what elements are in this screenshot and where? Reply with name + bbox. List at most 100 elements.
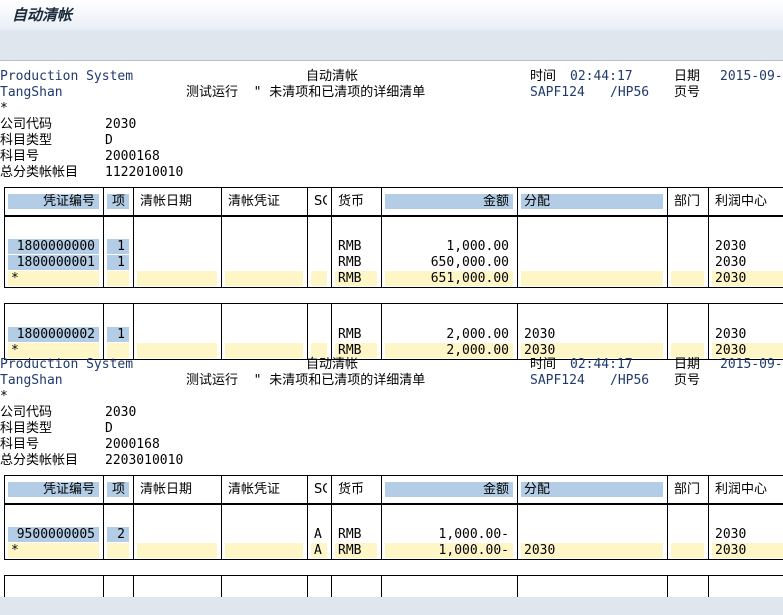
data-row-cell: RMB bbox=[338, 527, 362, 542]
column-header-assign[interactable]: 分配 bbox=[521, 482, 663, 497]
total-row-cell bbox=[311, 271, 327, 286]
total-row-cell bbox=[521, 271, 663, 286]
data-row-cell bbox=[137, 255, 217, 270]
column-divider bbox=[381, 215, 382, 287]
column-divider bbox=[381, 475, 382, 503]
data-row-cell[interactable]: 9500000005 bbox=[8, 527, 99, 542]
total-row-cell: RMB bbox=[335, 271, 377, 286]
data-row-cell: 1,000.00- bbox=[385, 527, 513, 542]
field-label: 科目号 bbox=[0, 437, 40, 452]
column-header-profit[interactable]: 利润中心 bbox=[712, 194, 783, 209]
column-divider bbox=[381, 187, 382, 215]
total-row-cell[interactable]: * bbox=[8, 271, 99, 286]
column-divider bbox=[103, 575, 104, 597]
column-header-clr_date[interactable]: 清帐日期 bbox=[137, 194, 217, 209]
data-row-cell bbox=[671, 327, 704, 342]
column-divider bbox=[133, 215, 134, 287]
total-row-cell bbox=[137, 271, 217, 286]
data-row-cell bbox=[521, 527, 663, 542]
column-header-dept[interactable]: 部门 bbox=[671, 194, 704, 209]
column-divider bbox=[708, 187, 709, 215]
group-left-border bbox=[4, 303, 5, 359]
total-row-cell bbox=[671, 271, 704, 286]
column-divider bbox=[331, 303, 332, 359]
report-title: 自动清帐 bbox=[306, 357, 359, 372]
total-row-cell[interactable]: * bbox=[8, 343, 99, 358]
data-row-cell: 2030 bbox=[715, 527, 747, 542]
group-left-border bbox=[4, 215, 5, 287]
data-row-cell bbox=[521, 255, 663, 270]
column-header-cur[interactable]: 货币 bbox=[335, 482, 377, 497]
column-header-sg[interactable]: SG bbox=[311, 194, 327, 209]
column-header-doc[interactable]: 凭证编号 bbox=[8, 194, 99, 209]
total-row-cell: 2,000.00 bbox=[385, 343, 513, 358]
field-value: 2030 bbox=[105, 117, 137, 132]
data-row-cell: A bbox=[314, 527, 322, 542]
data-row-cell: 1 bbox=[107, 239, 129, 254]
header-star: * bbox=[0, 389, 8, 404]
column-header-clr_doc[interactable]: 清帐凭证 bbox=[225, 194, 303, 209]
column-divider bbox=[221, 187, 222, 215]
column-header-clr_date[interactable]: 清帐日期 bbox=[137, 482, 217, 497]
total-row-cell[interactable]: * bbox=[8, 543, 99, 558]
data-row-cell bbox=[311, 239, 327, 254]
field-label: 科目类型 bbox=[0, 421, 53, 436]
column-header-sg[interactable]: SG bbox=[311, 482, 327, 497]
column-divider bbox=[667, 303, 668, 359]
date-value: 2015-09- bbox=[720, 357, 783, 372]
group-left-border bbox=[4, 575, 5, 597]
column-divider bbox=[103, 475, 104, 503]
column-header-profit[interactable]: 利润中心 bbox=[712, 482, 783, 497]
title-bar: 自动清帐 bbox=[0, 0, 783, 31]
program-suffix: /HP56 bbox=[610, 85, 650, 100]
column-divider bbox=[331, 503, 332, 559]
data-row-cell bbox=[671, 239, 704, 254]
program-name: SAPF124 bbox=[530, 85, 585, 100]
data-row-cell[interactable]: 1800000001 bbox=[8, 255, 99, 270]
data-row-cell bbox=[311, 255, 327, 270]
column-header-dept[interactable]: 部门 bbox=[671, 482, 704, 497]
field-value: 1122010010 bbox=[105, 165, 184, 180]
column-header-amount[interactable]: 金额 bbox=[385, 194, 513, 209]
column-divider bbox=[667, 187, 668, 215]
column-divider bbox=[307, 187, 308, 215]
time-value: 02:44:17 bbox=[570, 357, 633, 372]
column-header-amount[interactable]: 金额 bbox=[385, 482, 513, 497]
column-header-assign[interactable]: 分配 bbox=[521, 194, 663, 209]
date-value: 2015-09- bbox=[720, 69, 783, 84]
column-divider bbox=[331, 475, 332, 503]
report-list: Production System TangShan 自动清帐 测试运行 " 未清项和… bbox=[0, 62, 783, 597]
total-row-cell bbox=[671, 343, 704, 358]
date-label: 日期 bbox=[674, 69, 701, 84]
group-bottom-border bbox=[4, 559, 783, 560]
report-subtitle: 测试运行 " 未清项和已清项的详细清单 bbox=[186, 373, 426, 388]
column-header-cur[interactable]: 货币 bbox=[335, 194, 377, 209]
data-row-cell: 2030 bbox=[715, 327, 747, 342]
column-divider bbox=[307, 503, 308, 559]
column-divider bbox=[221, 215, 222, 287]
data-row-cell bbox=[225, 527, 303, 542]
total-row-cell: 1,000.00- bbox=[385, 543, 513, 558]
data-row-cell: 1 bbox=[107, 255, 129, 270]
column-header-item[interactable]: 项 bbox=[107, 482, 129, 497]
column-divider bbox=[103, 303, 104, 359]
column-header-doc[interactable]: 凭证编号 bbox=[8, 482, 99, 497]
column-divider bbox=[381, 575, 382, 597]
group-left-border bbox=[4, 503, 5, 559]
field-label: 公司代码 bbox=[0, 117, 53, 132]
data-row-cell[interactable]: 1800000002 bbox=[8, 327, 99, 342]
column-header-clr_doc[interactable]: 清帐凭证 bbox=[225, 482, 303, 497]
data-row-cell bbox=[137, 239, 217, 254]
total-row-cell bbox=[107, 543, 129, 558]
column-divider bbox=[517, 575, 518, 597]
data-row-cell[interactable]: 1800000000 bbox=[8, 239, 99, 254]
column-divider bbox=[331, 575, 332, 597]
field-label: 科目号 bbox=[0, 149, 40, 164]
status-bar bbox=[0, 597, 783, 615]
column-divider bbox=[307, 303, 308, 359]
field-value: 2030 bbox=[105, 405, 137, 420]
column-header-item[interactable]: 项 bbox=[107, 194, 129, 209]
column-divider bbox=[133, 475, 134, 503]
column-divider bbox=[381, 303, 382, 359]
column-divider bbox=[667, 475, 668, 503]
